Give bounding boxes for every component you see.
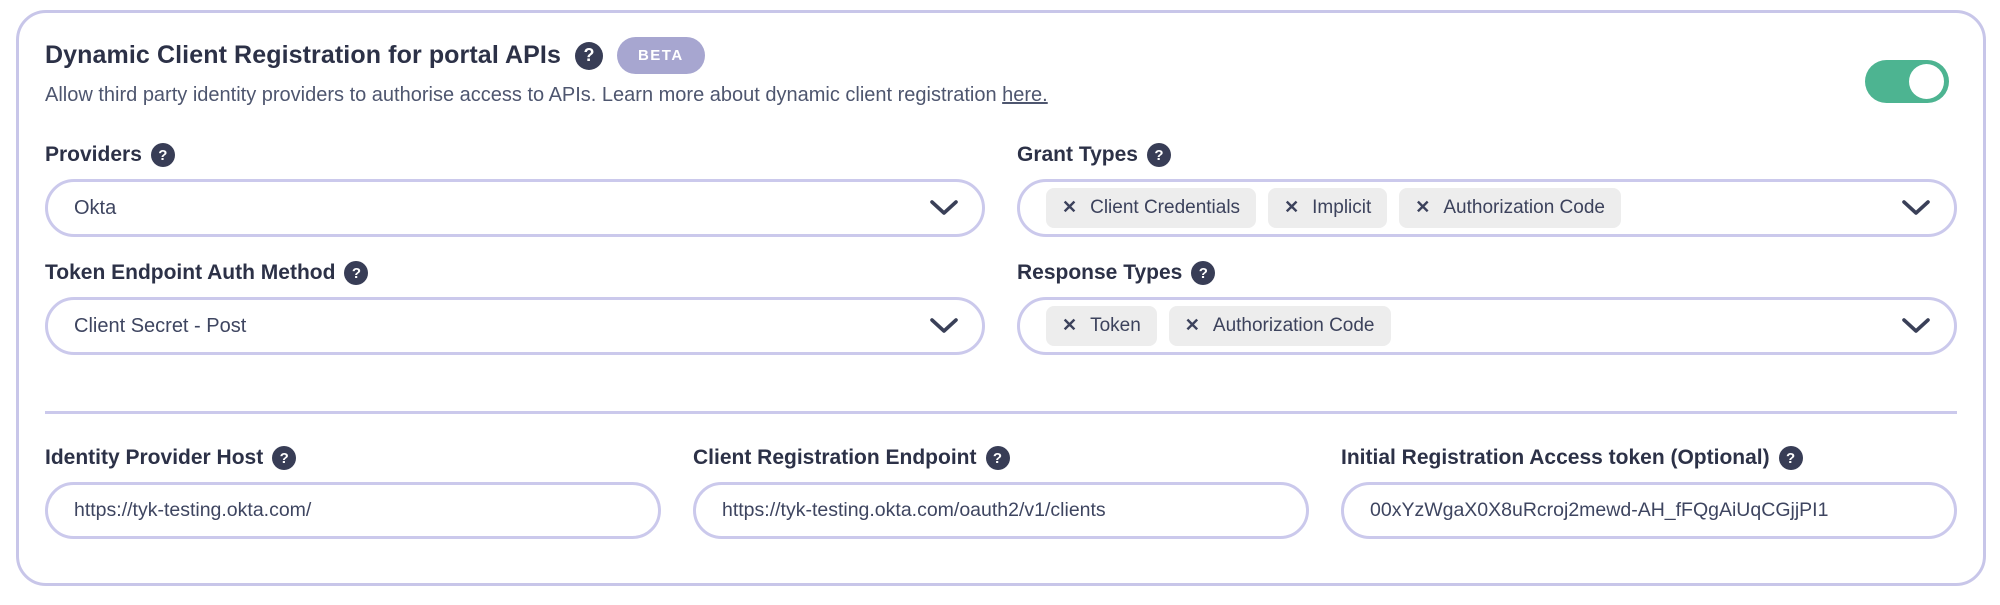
token-endpoint-auth-method-label: Token Endpoint Auth Method ? — [45, 261, 985, 285]
field-token-endpoint-auth-method: Token Endpoint Auth Method ? Client Secr… — [45, 261, 985, 355]
chevron-down-icon[interactable] — [930, 318, 958, 334]
label-text: Identity Provider Host — [45, 446, 263, 470]
remove-icon[interactable]: ✕ — [1284, 197, 1299, 219]
dcr-enable-toggle[interactable] — [1865, 60, 1949, 103]
selected-value: Client Secret - Post — [74, 315, 246, 338]
initial-registration-access-token-label: Initial Registration Access token (Optio… — [1341, 446, 1957, 470]
field-identity-provider-host: Identity Provider Host ? — [45, 446, 661, 539]
client-registration-endpoint-label: Client Registration Endpoint ? — [693, 446, 1309, 470]
label-text: Providers — [45, 143, 142, 167]
help-icon[interactable]: ? — [1779, 446, 1803, 470]
providers-select[interactable]: Okta — [45, 179, 985, 237]
description-text: Allow third party identity providers to … — [45, 84, 1002, 106]
label-text: Initial Registration Access token (Optio… — [1341, 446, 1770, 470]
chevron-down-icon[interactable] — [1902, 200, 1930, 216]
remove-icon[interactable]: ✕ — [1185, 315, 1200, 337]
providers-label: Providers ? — [45, 143, 985, 167]
dcr-settings-card: Dynamic Client Registration for portal A… — [16, 10, 1986, 586]
remove-icon[interactable]: ✕ — [1415, 197, 1430, 219]
field-client-registration-endpoint: Client Registration Endpoint ? — [693, 446, 1309, 539]
chip-label: Token — [1090, 315, 1141, 338]
beta-badge: BETA — [617, 37, 705, 74]
help-icon[interactable]: ? — [575, 42, 603, 70]
learn-more-link[interactable]: here. — [1002, 84, 1048, 106]
chip-authorization-code: ✕ Authorization Code — [1169, 306, 1391, 347]
label-text: Client Registration Endpoint — [693, 446, 977, 470]
field-providers: Providers ? Okta — [45, 143, 985, 237]
identity-provider-host-label: Identity Provider Host ? — [45, 446, 661, 470]
chevron-down-icon[interactable] — [1902, 318, 1930, 334]
chip-label: Client Credentials — [1090, 197, 1240, 220]
client-registration-endpoint-input[interactable] — [693, 482, 1309, 539]
help-icon[interactable]: ? — [986, 446, 1010, 470]
remove-icon[interactable]: ✕ — [1062, 315, 1077, 337]
selected-value: Okta — [74, 197, 116, 220]
chip-client-credentials: ✕ Client Credentials — [1046, 188, 1256, 229]
help-icon[interactable]: ? — [1191, 261, 1215, 285]
chip-authorization-code: ✕ Authorization Code — [1399, 188, 1621, 229]
help-icon[interactable]: ? — [1147, 143, 1171, 167]
chip-list: ✕ Token ✕ Authorization Code — [1046, 306, 1391, 347]
card-header: Dynamic Client Registration for portal A… — [45, 37, 1957, 74]
remove-icon[interactable]: ✕ — [1062, 197, 1077, 219]
help-icon[interactable]: ? — [151, 143, 175, 167]
label-text: Grant Types — [1017, 143, 1138, 167]
section-divider — [45, 411, 1957, 414]
chip-label: Authorization Code — [1213, 315, 1375, 338]
initial-registration-access-token-input[interactable] — [1341, 482, 1957, 539]
label-text: Token Endpoint Auth Method — [45, 261, 335, 285]
chip-list: ✕ Client Credentials ✕ Implicit ✕ Author… — [1046, 188, 1621, 229]
grant-types-multiselect[interactable]: ✕ Client Credentials ✕ Implicit ✕ Author… — [1017, 179, 1957, 237]
help-icon[interactable]: ? — [272, 446, 296, 470]
chip-label: Implicit — [1312, 197, 1371, 220]
dcr-form-bottom: Identity Provider Host ? Client Registra… — [45, 446, 1957, 539]
help-icon[interactable]: ? — [344, 261, 368, 285]
response-types-label: Response Types ? — [1017, 261, 1957, 285]
label-text: Response Types — [1017, 261, 1182, 285]
field-initial-registration-access-token: Initial Registration Access token (Optio… — [1341, 446, 1957, 539]
dcr-form-top: Providers ? Okta Grant Types ? ✕ Client … — [45, 143, 1957, 355]
chip-token: ✕ Token — [1046, 306, 1157, 347]
identity-provider-host-input[interactable] — [45, 482, 661, 539]
card-description: Allow third party identity providers to … — [45, 84, 1957, 107]
toggle-knob — [1909, 64, 1944, 99]
response-types-multiselect[interactable]: ✕ Token ✕ Authorization Code — [1017, 297, 1957, 355]
chip-label: Authorization Code — [1443, 197, 1605, 220]
chevron-down-icon[interactable] — [930, 200, 958, 216]
grant-types-label: Grant Types ? — [1017, 143, 1957, 167]
field-response-types: Response Types ? ✕ Token ✕ Authorization… — [1017, 261, 1957, 355]
field-grant-types: Grant Types ? ✕ Client Credentials ✕ Imp… — [1017, 143, 1957, 237]
page-title: Dynamic Client Registration for portal A… — [45, 41, 561, 70]
token-endpoint-auth-method-select[interactable]: Client Secret - Post — [45, 297, 985, 355]
chip-implicit: ✕ Implicit — [1268, 188, 1387, 229]
